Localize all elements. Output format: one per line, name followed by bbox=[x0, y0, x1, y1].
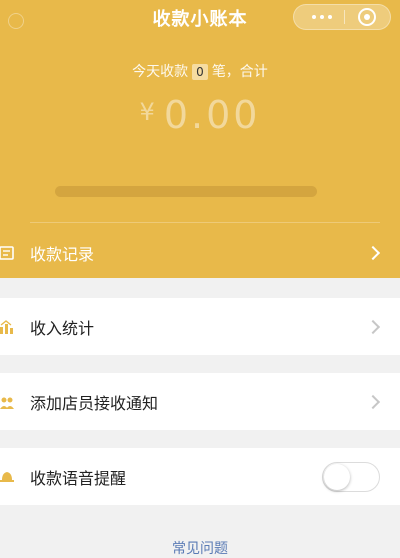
menu-item-stats[interactable]: 收入统计 bbox=[0, 298, 400, 355]
menu-item-records[interactable]: 收款记录 bbox=[0, 230, 400, 276]
chevron-right-icon bbox=[365, 245, 381, 261]
today-summary: 今天收款 0 笔，合计 bbox=[0, 61, 400, 81]
currency-symbol: ¥ bbox=[139, 98, 158, 126]
menu-item-staff-notify[interactable]: 添加店员接收通知 bbox=[0, 373, 400, 430]
chevron-right-icon bbox=[365, 394, 381, 409]
chart-icon bbox=[0, 319, 13, 334]
header-divider bbox=[30, 222, 380, 223]
menu-item-voice-reminder: 收款语音提醒 bbox=[0, 448, 400, 505]
menu-label-records: 收款记录 bbox=[30, 245, 95, 264]
amount-value: 0.00 bbox=[163, 93, 261, 137]
menu-label-voice-reminder: 收款语音提醒 bbox=[30, 468, 127, 488]
bell-icon bbox=[0, 471, 14, 482]
total-amount: ¥0.00 bbox=[0, 93, 400, 137]
header-bar bbox=[55, 186, 317, 197]
toggle-knob bbox=[324, 463, 350, 490]
close-icon[interactable] bbox=[358, 8, 376, 26]
faq-link[interactable]: 常见问题 bbox=[0, 538, 400, 558]
more-icon[interactable] bbox=[308, 5, 336, 29]
list-icon bbox=[0, 246, 14, 260]
staff-icon bbox=[0, 397, 14, 409]
menu-label-staff-notify: 添加店员接收通知 bbox=[30, 393, 159, 413]
summary-prefix: 今天收款 bbox=[132, 64, 189, 80]
capsule-divider bbox=[344, 10, 345, 24]
header-banner: 收款小账本 今天收款 0 笔，合计 ¥0.00 收款记录 bbox=[0, 0, 400, 278]
voice-reminder-toggle[interactable] bbox=[322, 461, 380, 492]
summary-suffix: 笔，合计 bbox=[211, 64, 268, 80]
chevron-right-icon bbox=[365, 319, 381, 334]
menu-label-stats: 收入统计 bbox=[30, 318, 95, 338]
mini-program-capsule bbox=[293, 4, 391, 30]
transaction-count-badge: 0 bbox=[192, 64, 208, 80]
